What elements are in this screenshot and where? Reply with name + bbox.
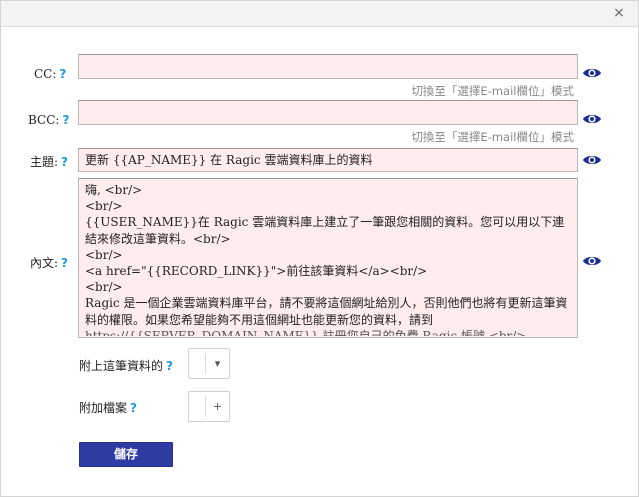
save-button[interactable]: 儲存: [79, 442, 173, 467]
eye-icon[interactable]: [582, 66, 602, 80]
attach-file-help-icon[interactable]: ?: [130, 401, 137, 415]
plus-icon[interactable]: +: [206, 392, 229, 421]
body-line: <br/>: [85, 199, 123, 214]
body-line: <br/>: [85, 247, 123, 262]
bcc-help-icon[interactable]: ?: [62, 113, 69, 127]
eye-icon[interactable]: [582, 112, 602, 126]
dialog-titlebar: ×: [1, 1, 638, 27]
attach-record-label: 附上這筆資料的?: [79, 357, 173, 374]
body-textarea[interactable]: 嗨, <br/> <br/> {{USER_NAME}}在 Ragic 雲端資料…: [78, 178, 578, 338]
body-help-icon[interactable]: ?: [61, 256, 68, 270]
eye-icon[interactable]: [582, 254, 602, 268]
bcc-toggle-mode-link[interactable]: 切換至「選擇E-mail欄位」模式: [411, 129, 574, 145]
attach-record-select[interactable]: ▾: [188, 348, 230, 379]
subject-help-icon[interactable]: ?: [61, 155, 68, 169]
attach-file-label-text: 附加檔案: [79, 401, 128, 415]
body-label-text: 內文:: [30, 256, 59, 270]
cc-toggle-mode-link[interactable]: 切換至「選擇E-mail欄位」模式: [411, 83, 574, 99]
body-line: <br/>: [85, 280, 123, 295]
attach-file-label: 附加檔案?: [79, 399, 137, 416]
body-line: Ragic 是一個企業雲端資料庫平台，請不要將這個網址給別人，否則他們也將有更新…: [85, 296, 568, 327]
body-line: {{USER_NAME}}在 Ragic 雲端資料庫上建立了一筆跟您相關的資料。…: [85, 215, 565, 246]
email-dialog: × CC:? 切換至「選擇E-mail欄位」模式 BCC:? 切換至「選擇E-m…: [0, 0, 639, 497]
cc-label: CC:?: [34, 67, 66, 81]
close-icon[interactable]: ×: [610, 4, 628, 22]
attach-file-control[interactable]: +: [188, 391, 230, 422]
cc-label-text: CC:: [34, 67, 57, 81]
chevron-down-icon[interactable]: ▾: [206, 349, 229, 378]
attach-record-help-icon[interactable]: ?: [166, 359, 173, 373]
subject-field[interactable]: 更新 {{AP_NAME}} 在 Ragic 雲端資料庫上的資料: [78, 148, 578, 172]
body-line: 嗨, <br/>: [85, 183, 143, 197]
cc-field[interactable]: [78, 54, 578, 79]
bcc-field[interactable]: [78, 100, 578, 125]
subject-label: 主題:?: [30, 153, 68, 170]
subject-label-text: 主題:: [30, 155, 59, 169]
body-line: <a href="{{RECORD_LINK}}">前往該筆資料</a><br/…: [85, 264, 428, 279]
eye-icon[interactable]: [582, 153, 602, 167]
body-label: 內文:?: [30, 254, 68, 271]
bcc-label-text: BCC:: [28, 113, 60, 127]
cc-help-icon[interactable]: ?: [59, 67, 66, 81]
body-line: https://{{SERVER_DOMAIN_NAME}} 註冊您自己的免費 …: [85, 328, 527, 336]
attach-record-label-text: 附上這筆資料的: [79, 359, 164, 373]
bcc-label: BCC:?: [28, 113, 69, 127]
